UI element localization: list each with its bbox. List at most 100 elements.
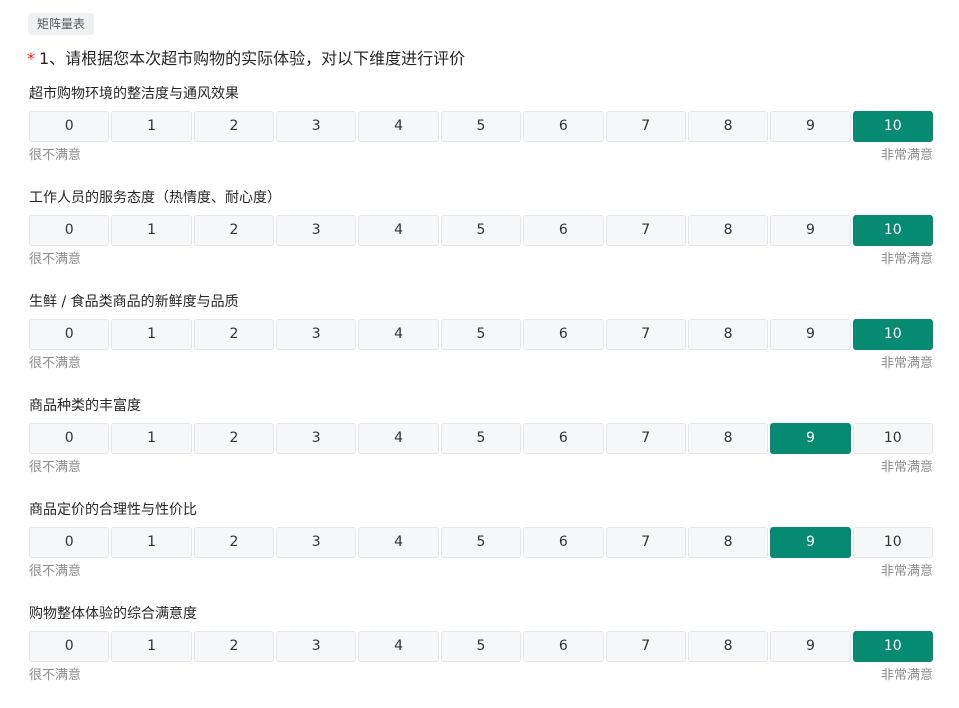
score-option-8[interactable]: 8 <box>687 423 769 454</box>
matrix-row: 生鲜 / 食品类商品的新鲜度与品质 0 1 2 3 4 5 6 7 8 9 10 很不满意 非常满意 <box>29 292 933 396</box>
score-option-3[interactable]: 3 <box>276 319 357 350</box>
score-option-2[interactable]: 2 <box>193 215 275 246</box>
question-title: * 1、请根据您本次超市购物的实际体验，对以下维度进行评价 <box>27 48 465 70</box>
score-option-3[interactable]: 3 <box>276 111 357 142</box>
score-option-7[interactable]: 7 <box>605 111 686 142</box>
scale-low-label: 很不满意 <box>29 668 82 683</box>
score-option-7[interactable]: 7 <box>605 319 686 350</box>
score-option-1[interactable]: 1 <box>111 215 192 246</box>
score-option-3[interactable]: 3 <box>276 423 357 454</box>
score-option-6[interactable]: 6 <box>523 423 604 454</box>
rating-scale: 0 1 2 3 4 5 6 7 8 9 10 <box>29 319 933 350</box>
scale-high-label: 非常满意 <box>880 668 933 683</box>
score-option-1[interactable]: 1 <box>111 319 192 350</box>
row-label: 超市购物环境的整洁度与通风效果 <box>29 86 239 102</box>
score-option-8[interactable]: 8 <box>687 527 769 558</box>
score-option-10[interactable]: 10 <box>852 631 933 662</box>
score-option-2[interactable]: 2 <box>193 631 275 662</box>
score-option-8[interactable]: 8 <box>687 631 769 662</box>
score-option-4[interactable]: 4 <box>358 111 439 142</box>
score-option-10[interactable]: 10 <box>852 527 933 558</box>
score-option-5[interactable]: 5 <box>440 319 522 350</box>
score-option-3[interactable]: 3 <box>276 631 357 662</box>
scale-high-label: 非常满意 <box>880 356 933 371</box>
score-option-6[interactable]: 6 <box>523 215 604 246</box>
score-option-0[interactable]: 0 <box>29 423 110 454</box>
scale-low-label: 很不满意 <box>29 356 82 371</box>
score-option-10[interactable]: 10 <box>852 111 933 142</box>
score-option-4[interactable]: 4 <box>358 215 439 246</box>
score-option-3[interactable]: 3 <box>276 527 357 558</box>
score-option-2[interactable]: 2 <box>193 527 275 558</box>
score-option-5[interactable]: 5 <box>440 215 522 246</box>
score-option-7[interactable]: 7 <box>605 527 686 558</box>
score-option-1[interactable]: 1 <box>111 423 192 454</box>
score-option-8[interactable]: 8 <box>687 319 769 350</box>
question-title-text: 1、请根据您本次超市购物的实际体验，对以下维度进行评价 <box>39 49 466 68</box>
score-option-2[interactable]: 2 <box>193 423 275 454</box>
row-label: 商品定价的合理性与性价比 <box>29 502 197 518</box>
rating-scale: 0 1 2 3 4 5 6 7 8 9 10 <box>29 423 933 454</box>
score-option-9[interactable]: 9 <box>770 215 851 246</box>
score-option-10[interactable]: 10 <box>852 423 933 454</box>
score-option-3[interactable]: 3 <box>276 215 357 246</box>
score-option-10[interactable]: 10 <box>852 319 933 350</box>
scale-high-label: 非常满意 <box>880 252 933 267</box>
score-option-6[interactable]: 6 <box>523 319 604 350</box>
score-option-2[interactable]: 2 <box>193 111 275 142</box>
score-option-0[interactable]: 0 <box>29 111 110 142</box>
scale-low-label: 很不满意 <box>29 252 82 267</box>
survey-page: 矩阵量表 * 1、请根据您本次超市购物的实际体验，对以下维度进行评价 超市购物环境… <box>0 0 959 708</box>
score-option-7[interactable]: 7 <box>605 215 686 246</box>
score-option-1[interactable]: 1 <box>111 111 192 142</box>
score-option-5[interactable]: 5 <box>440 111 522 142</box>
row-label: 生鲜 / 食品类商品的新鲜度与品质 <box>29 294 239 310</box>
score-option-2[interactable]: 2 <box>193 319 275 350</box>
score-option-5[interactable]: 5 <box>440 527 522 558</box>
score-option-5[interactable]: 5 <box>440 631 522 662</box>
row-label: 商品种类的丰富度 <box>29 398 141 414</box>
rating-scale: 0 1 2 3 4 5 6 7 8 9 10 <box>29 527 933 558</box>
scale-low-label: 很不满意 <box>29 564 82 579</box>
score-option-6[interactable]: 6 <box>523 631 604 662</box>
rating-scale: 0 1 2 3 4 5 6 7 8 9 10 <box>29 111 933 142</box>
score-option-10[interactable]: 10 <box>852 215 933 246</box>
score-option-6[interactable]: 6 <box>523 111 604 142</box>
question-type-badge: 矩阵量表 <box>28 13 95 35</box>
score-option-9[interactable]: 9 <box>770 423 851 454</box>
score-option-4[interactable]: 4 <box>358 631 439 662</box>
matrix-row: 商品定价的合理性与性价比 0 1 2 3 4 5 6 7 8 9 10 很不满意 非常满意 <box>29 500 933 604</box>
scale-low-label: 很不满意 <box>29 148 82 163</box>
row-label: 购物整体体验的综合满意度 <box>29 606 197 622</box>
score-option-1[interactable]: 1 <box>111 527 192 558</box>
score-option-9[interactable]: 9 <box>770 319 851 350</box>
score-option-4[interactable]: 4 <box>358 527 439 558</box>
matrix-row: 超市购物环境的整洁度与通风效果 0 1 2 3 4 5 6 7 8 9 10 很不满意 非常满意 <box>29 84 933 188</box>
score-option-5[interactable]: 5 <box>440 423 522 454</box>
score-option-0[interactable]: 0 <box>29 527 110 558</box>
score-option-9[interactable]: 9 <box>770 631 851 662</box>
score-option-4[interactable]: 4 <box>358 423 439 454</box>
score-option-7[interactable]: 7 <box>605 631 686 662</box>
score-option-4[interactable]: 4 <box>358 319 439 350</box>
row-label: 工作人员的服务态度（热情度、耐心度） <box>29 190 281 206</box>
rating-scale: 0 1 2 3 4 5 6 7 8 9 10 <box>29 631 933 662</box>
matrix-row: 商品种类的丰富度 0 1 2 3 4 5 6 7 8 9 10 很不满意 非常满意 <box>29 396 933 500</box>
matrix-rows: 超市购物环境的整洁度与通风效果 0 1 2 3 4 5 6 7 8 9 10 很不满意 非常满意 工… <box>29 84 933 708</box>
matrix-row: 购物整体体验的综合满意度 0 1 2 3 4 5 6 7 8 9 10 很不满意 非常满意 <box>29 604 933 708</box>
score-option-0[interactable]: 0 <box>29 631 110 662</box>
matrix-row: 工作人员的服务态度（热情度、耐心度） 0 1 2 3 4 5 6 7 8 9 10 很不满意 非常满… <box>29 188 933 292</box>
scale-low-label: 很不满意 <box>29 460 82 475</box>
score-option-0[interactable]: 0 <box>29 215 110 246</box>
score-option-8[interactable]: 8 <box>687 111 769 142</box>
score-option-0[interactable]: 0 <box>29 319 110 350</box>
score-option-7[interactable]: 7 <box>605 423 686 454</box>
score-option-9[interactable]: 9 <box>770 527 851 558</box>
score-option-1[interactable]: 1 <box>111 631 192 662</box>
score-option-6[interactable]: 6 <box>523 527 604 558</box>
score-option-8[interactable]: 8 <box>687 215 769 246</box>
required-marker: * <box>27 49 35 68</box>
score-option-9[interactable]: 9 <box>770 111 851 142</box>
scale-high-label: 非常满意 <box>880 148 933 163</box>
scale-high-label: 非常满意 <box>880 460 933 475</box>
